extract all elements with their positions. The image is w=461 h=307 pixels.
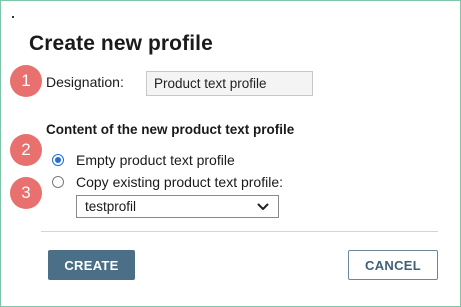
- step-marker-1: 1: [10, 65, 42, 97]
- existing-profile-select[interactable]: testprofil: [76, 195, 279, 218]
- radio-label-copy-existing: Copy existing product text profile:: [76, 174, 283, 190]
- footer-divider: [41, 231, 438, 232]
- dialog-frame: Create new profile 1 2 3 Designation: Co…: [0, 0, 461, 307]
- designation-input[interactable]: [146, 71, 313, 96]
- step-marker-3: 3: [10, 177, 42, 209]
- dialog-title: Create new profile: [29, 32, 213, 55]
- corner-dot: [12, 16, 14, 18]
- radio-option-copy-existing[interactable]: Copy existing product text profile:: [52, 174, 283, 190]
- content-section-heading: Content of the new product text profile: [46, 122, 295, 137]
- cancel-button[interactable]: CANCEL: [348, 250, 438, 280]
- create-button[interactable]: CREATE: [48, 250, 135, 280]
- radio-label-empty-profile: Empty product text profile: [76, 152, 235, 168]
- existing-profile-select-value: testprofil: [85, 199, 137, 214]
- step-marker-2: 2: [10, 134, 42, 166]
- chevron-down-icon: [256, 200, 270, 214]
- radio-button-empty-profile[interactable]: [52, 154, 64, 166]
- radio-option-empty-profile[interactable]: Empty product text profile: [52, 152, 235, 168]
- radio-button-copy-existing[interactable]: [52, 176, 64, 188]
- designation-label: Designation:: [46, 74, 124, 90]
